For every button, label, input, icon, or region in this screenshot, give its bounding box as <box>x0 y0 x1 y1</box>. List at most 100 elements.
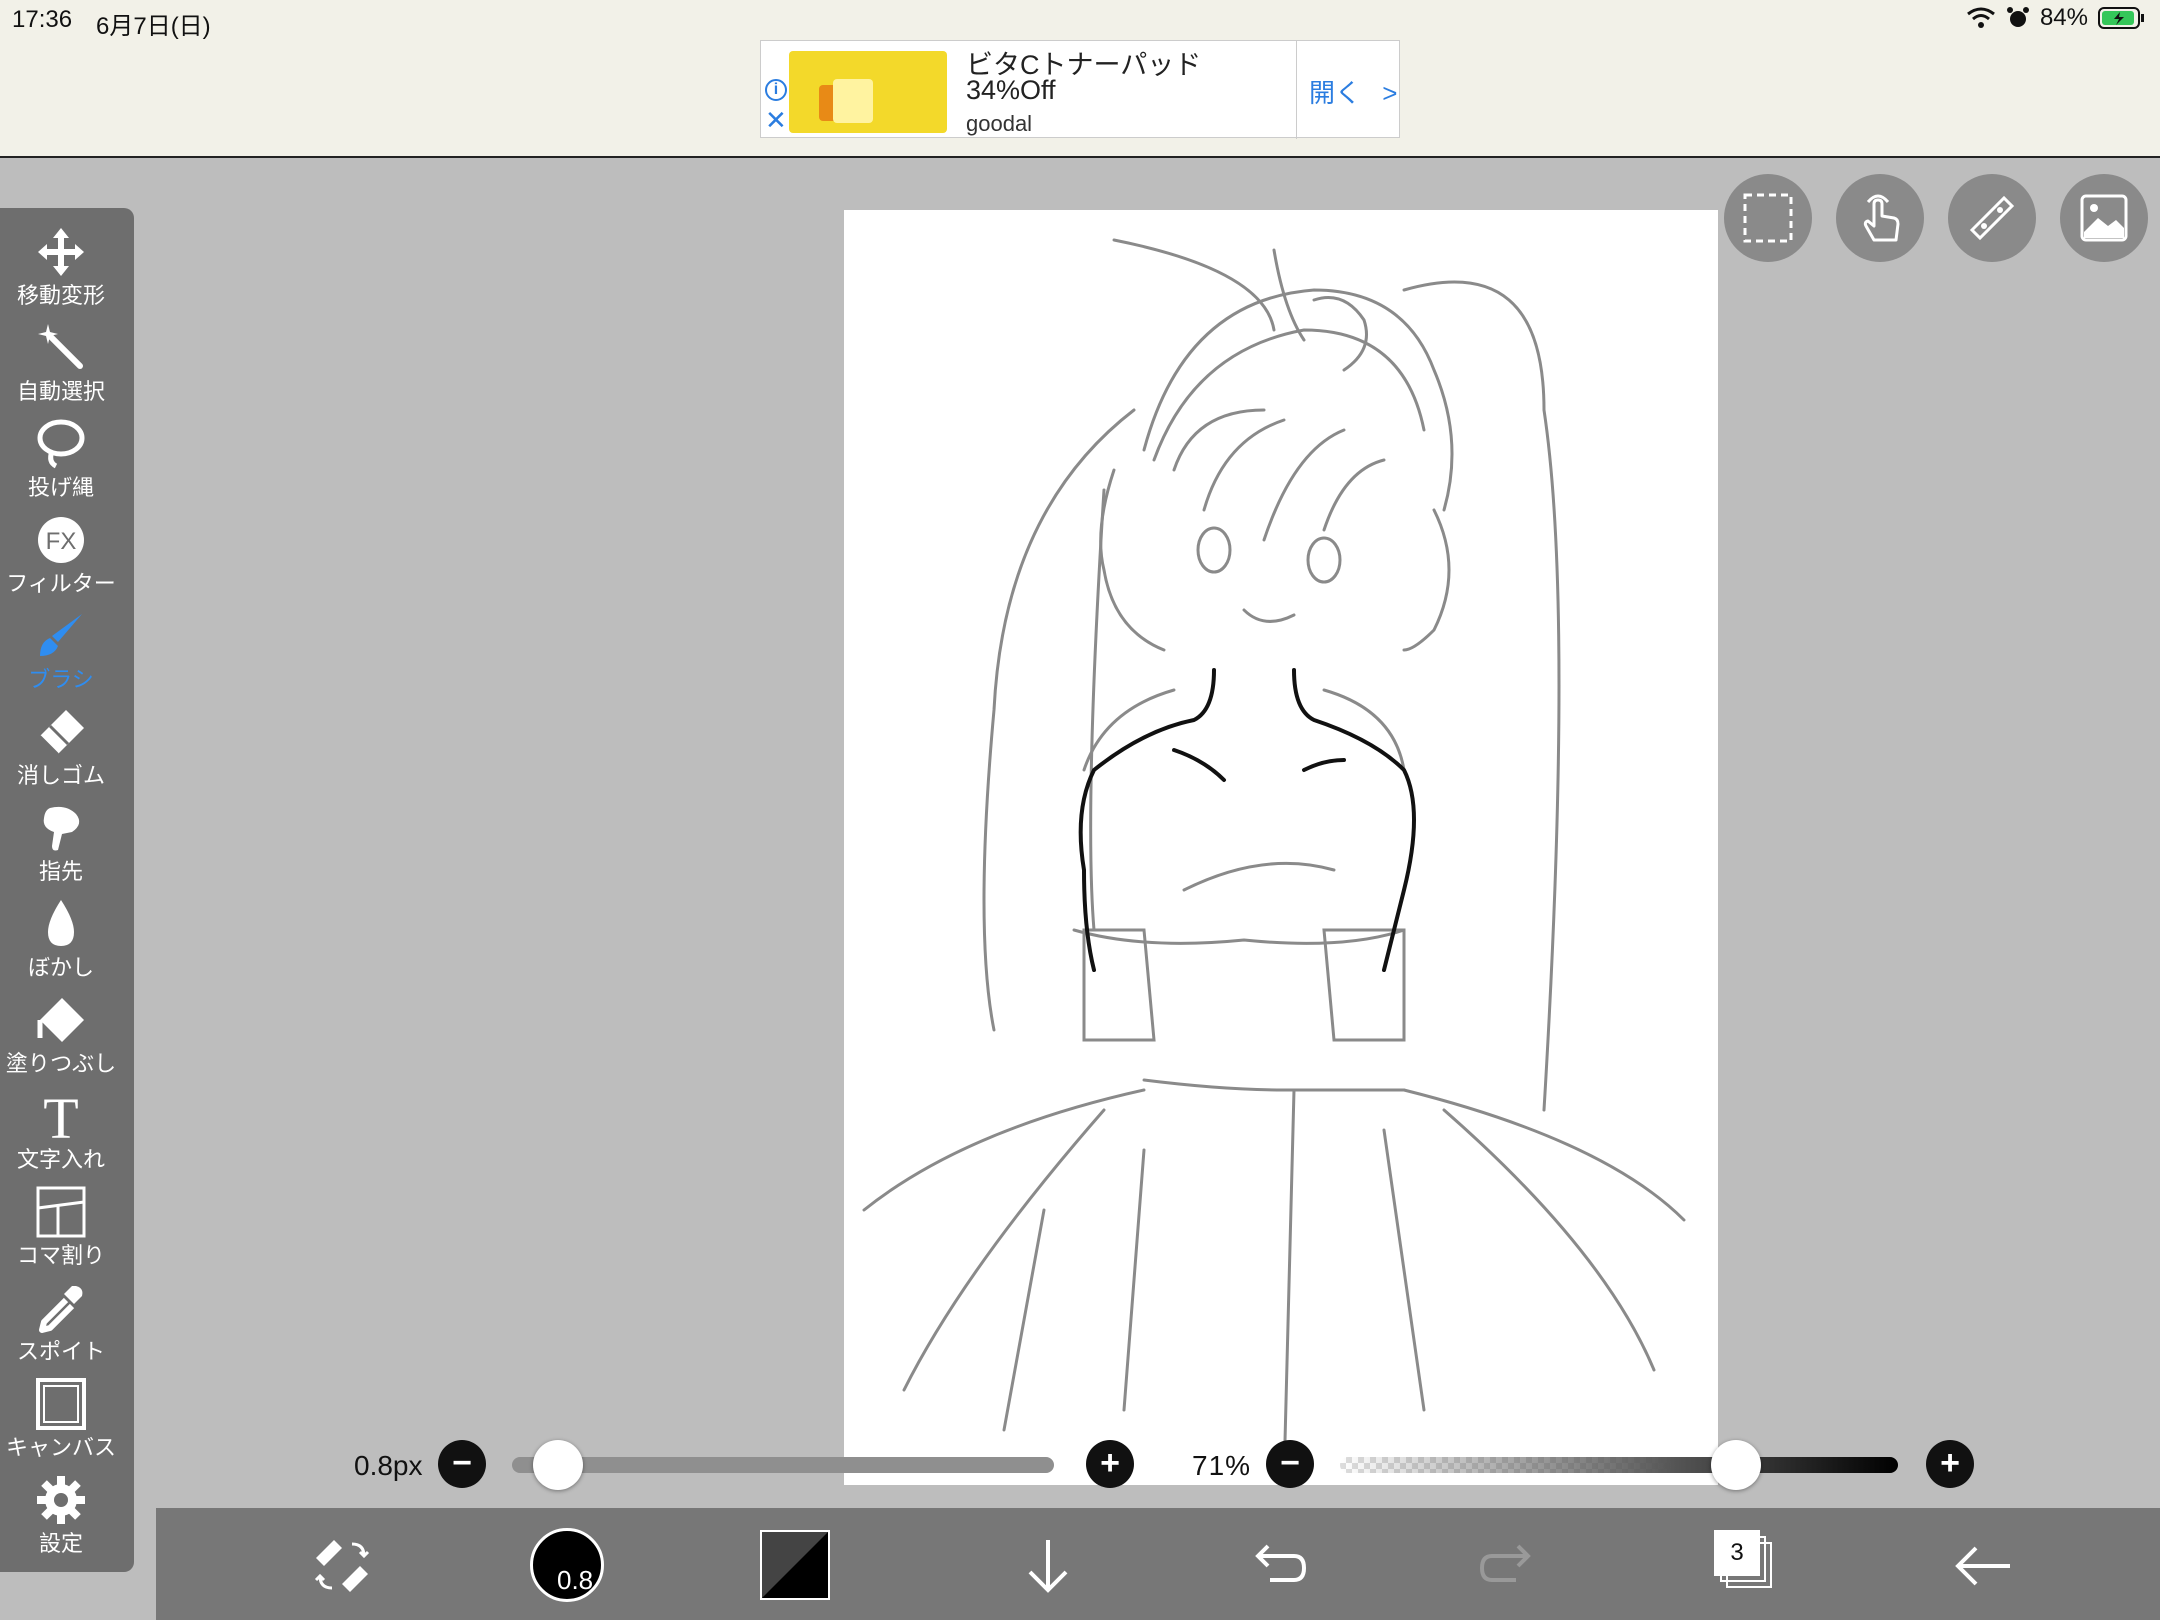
svg-text:T: T <box>43 1090 78 1142</box>
plus-icon: + <box>1100 1444 1120 1482</box>
ruler-icon <box>1969 195 2015 241</box>
tool-text[interactable]: T 文字入れ <box>0 1086 122 1178</box>
tool-label: 移動変形 <box>16 283 105 308</box>
status-time: 17:36 <box>12 6 73 33</box>
tool-label: 自動選択 <box>16 379 105 404</box>
brush-size-knob[interactable] <box>533 1440 584 1490</box>
alarm-icon <box>2006 7 2029 27</box>
ad-subtitle[interactable]: 34%Off <box>966 75 1056 106</box>
plus-icon: + <box>1940 1444 1960 1482</box>
reference-image-button[interactable] <box>2060 174 2148 262</box>
opacity-minus-button[interactable]: − <box>1266 1440 1314 1488</box>
status-bar: 17:36 6月7日(日) 84% <box>0 0 2160 40</box>
lasso-icon <box>37 419 85 469</box>
fx-icon: FX <box>38 517 84 563</box>
brush-size-button[interactable]: 0.8 <box>530 1528 604 1602</box>
brush-size-badge: 0.8 <box>557 1565 594 1595</box>
tool-label: 投げ縄 <box>27 475 94 500</box>
battery-percent: 84% <box>2039 4 2088 31</box>
tool-label: 設定 <box>38 1531 83 1556</box>
svg-text:FX: FX <box>46 528 77 555</box>
move-icon <box>38 228 84 276</box>
reference-image-icon <box>2080 194 2128 242</box>
magic-wand-icon <box>38 324 83 369</box>
brush-opacity-label: 71% <box>1192 1450 1252 1481</box>
tool-eraser[interactable]: 消しゴム <box>0 702 122 794</box>
ad-brand: goodal <box>966 111 1033 136</box>
tool-label: 塗りつぶし <box>5 1051 117 1076</box>
tool-canvas[interactable]: キャンバス <box>0 1374 122 1466</box>
status-date: 6月7日(日) <box>96 13 211 40</box>
brush-size-label: 0.8px <box>354 1450 423 1481</box>
size-plus-button[interactable]: + <box>1086 1440 1134 1488</box>
tool-lasso[interactable]: 投げ縄 <box>0 414 122 506</box>
ad-image[interactable] <box>789 51 947 133</box>
layer-count: 3 <box>1714 1530 1760 1576</box>
info-icon[interactable]: i <box>765 79 787 101</box>
tool-filter[interactable]: FX フィルター <box>0 510 122 602</box>
tool-label: 消しゴム <box>16 763 105 788</box>
tool-panel-cut[interactable]: コマ割り <box>0 1182 122 1274</box>
canvas-icon <box>36 1378 86 1430</box>
blur-icon <box>48 900 74 946</box>
tool-settings[interactable]: 設定 <box>0 1470 122 1562</box>
touch-icon <box>1863 194 1900 242</box>
sketch-artwork <box>862 238 1686 1482</box>
minus-icon: − <box>1280 1444 1300 1482</box>
close-icon[interactable]: ✕ <box>765 107 787 133</box>
selection-icon <box>1743 193 1793 243</box>
download-icon[interactable] <box>1008 1526 1088 1606</box>
undo-icon[interactable] <box>1236 1526 1316 1606</box>
minus-icon: − <box>452 1444 472 1482</box>
battery-icon <box>2098 7 2144 29</box>
tool-magic-wand[interactable]: 自動選択 <box>0 318 122 410</box>
brush-size-slider[interactable] <box>512 1457 1054 1473</box>
eraser-icon <box>39 710 84 755</box>
ad-divider <box>1296 41 1297 139</box>
tool-fill[interactable]: 塗りつぶし <box>0 990 122 1082</box>
brush-opacity-knob[interactable] <box>1711 1440 1762 1490</box>
tool-panel: 移動変形 自動選択 投げ縄 FX フィルター ブラシ 消しゴム 指先 ぼかし 塗… <box>0 208 134 1572</box>
layers-button[interactable]: 3 <box>1714 1530 1780 1596</box>
finger-icon <box>43 806 80 851</box>
drawing-canvas[interactable] <box>844 210 1718 1485</box>
tool-blur[interactable]: ぼかし <box>0 894 122 986</box>
tool-finger[interactable]: 指先 <box>0 798 122 890</box>
ad-open-label: 開く <box>1309 78 1362 108</box>
tool-label: スポイト <box>16 1339 105 1364</box>
tool-label: ブラシ <box>28 667 94 692</box>
fill-icon <box>37 998 84 1042</box>
tool-brush[interactable]: ブラシ <box>0 606 122 698</box>
eyedropper-icon <box>39 1286 83 1333</box>
status-right: 84% <box>1966 4 2146 32</box>
tool-move[interactable]: 移動変形 <box>0 222 122 314</box>
chevron-right-icon: > <box>1382 78 1398 108</box>
ad-banner[interactable]: i ✕ ビタCトナーパッド 34%Off goodal 開く > <box>760 40 1400 139</box>
brush-icon <box>40 614 82 656</box>
brush-opacity-slider[interactable] <box>1340 1457 1898 1473</box>
ad-open-button[interactable]: 開く > <box>1309 73 1397 110</box>
text-icon: T <box>43 1090 78 1142</box>
tool-eyedropper[interactable]: スポイト <box>0 1278 122 1370</box>
wifi-icon <box>1967 7 1995 28</box>
panel-icon <box>36 1186 86 1238</box>
size-minus-button[interactable]: − <box>438 1440 486 1488</box>
redo-icon[interactable] <box>1470 1526 1550 1606</box>
tool-label: フィルター <box>6 571 116 596</box>
tool-label: 指先 <box>38 859 83 884</box>
tool-label: キャンバス <box>5 1435 116 1460</box>
swap-tools-icon[interactable] <box>302 1526 382 1606</box>
touch-button[interactable] <box>1836 174 1924 262</box>
tool-label: 文字入れ <box>16 1147 105 1172</box>
bottom-toolbar: 0.8 3 <box>156 1508 2160 1620</box>
ad-product-box <box>833 79 873 123</box>
color-icon[interactable] <box>760 1530 830 1600</box>
opacity-plus-button[interactable]: + <box>1926 1440 1974 1488</box>
ad-bar: i ✕ ビタCトナーパッド 34%Off goodal 開く > <box>0 40 2160 158</box>
tool-label: コマ割り <box>16 1243 105 1268</box>
back-arrow-icon[interactable] <box>1944 1526 2024 1606</box>
ruler-button[interactable] <box>1948 174 2036 262</box>
tool-label: ぼかし <box>27 955 94 980</box>
gear-icon <box>37 1476 85 1524</box>
selection-button[interactable] <box>1724 174 1812 262</box>
